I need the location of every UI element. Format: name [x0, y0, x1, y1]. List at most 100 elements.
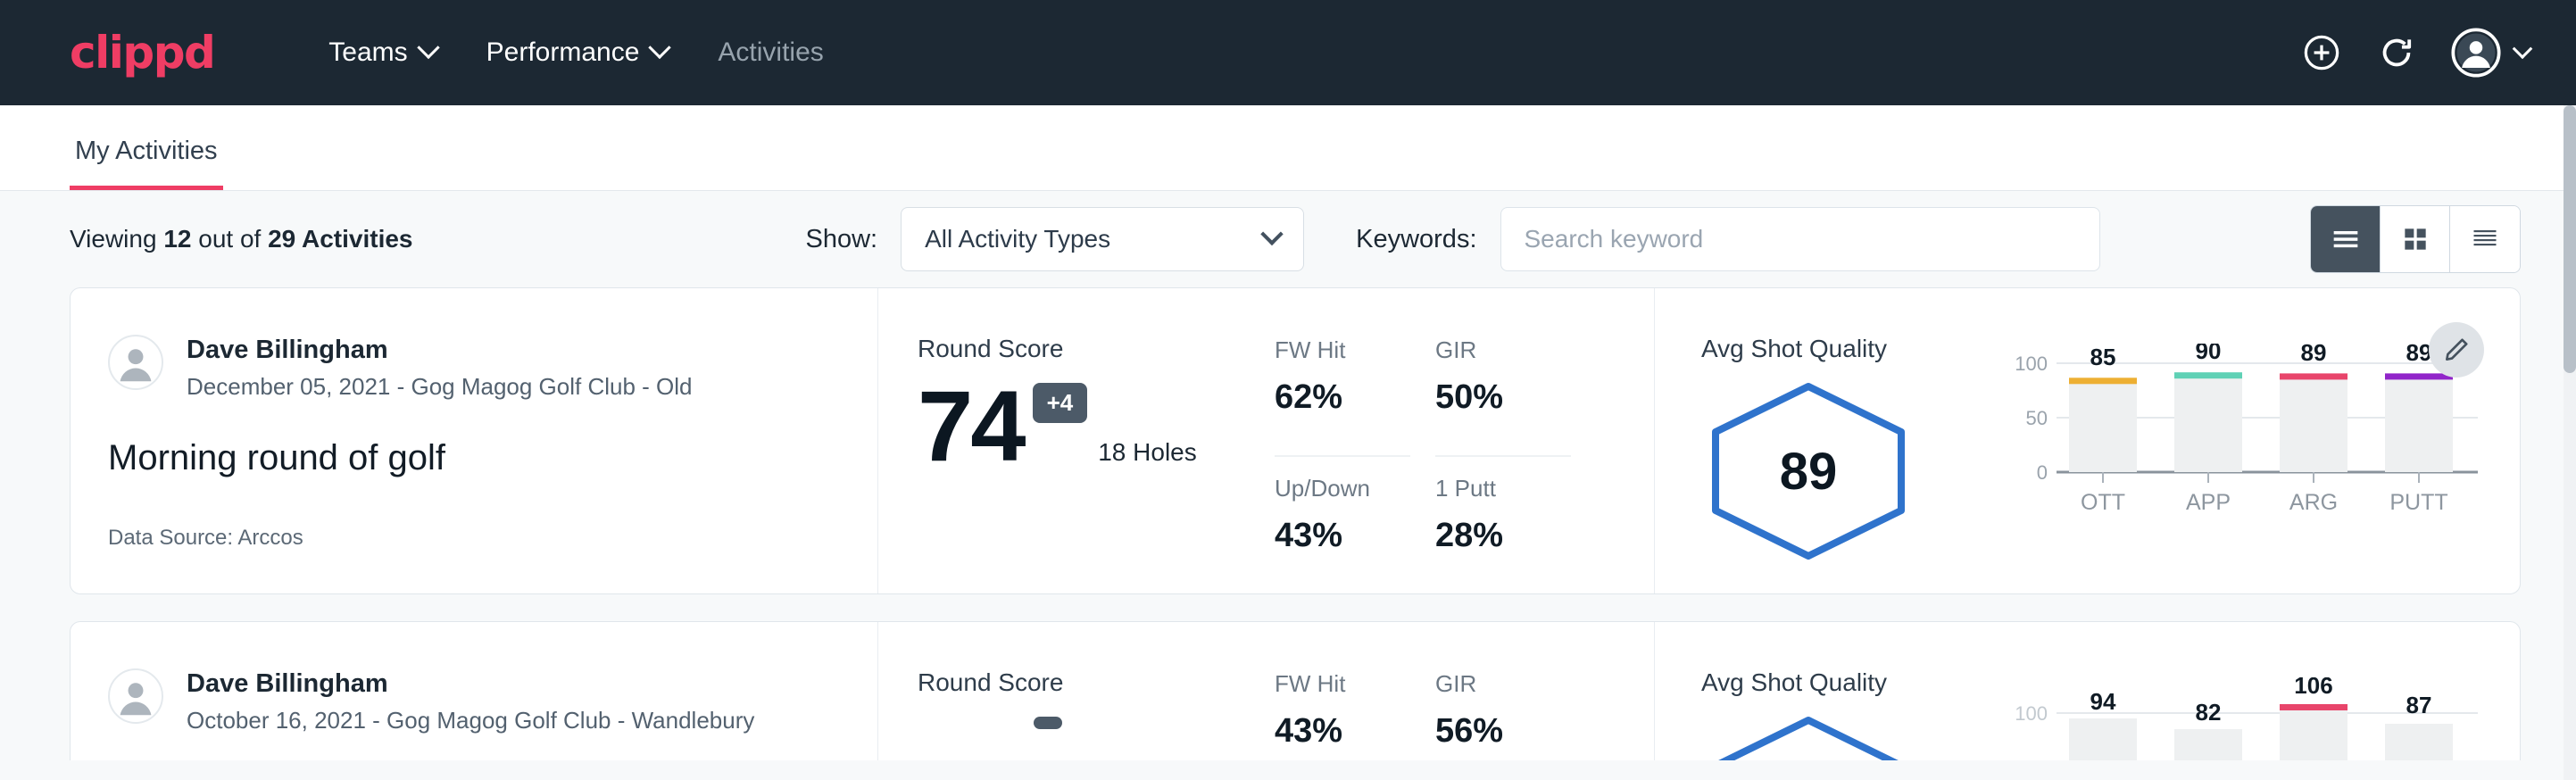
add-icon[interactable] [2301, 32, 2342, 73]
tab-my-activities[interactable]: My Activities [70, 137, 223, 190]
tab-strip: My Activities [0, 105, 2576, 191]
activity-card[interactable]: Dave Billingham October 16, 2021 - Gog M… [70, 621, 2521, 760]
stat-up-down-value: 43% [1275, 517, 1410, 555]
avg-shot-quality-hexagon [1701, 713, 1915, 760]
viewing-count-text: Viewing 12 out of 29 Activities [70, 225, 413, 253]
grid-view-button[interactable] [2381, 206, 2450, 272]
activity-stats-grid: FW Hit 43% GIR 56% [1275, 670, 1571, 760]
user-icon [110, 668, 162, 724]
compact-list-icon [2467, 221, 2503, 257]
avg-shot-quality-label: Avg Shot Quality [1701, 335, 1996, 363]
grid-icon [2397, 221, 2433, 257]
round-score-label: Round Score [918, 668, 1275, 697]
activity-type-select-value: All Activity Types [925, 225, 1110, 253]
viewing-count: 12 [163, 225, 191, 253]
activity-user-name: Dave Billingham [187, 668, 754, 700]
activity-quality-column: Avg Shot Quality 89 100 50 0 [1655, 288, 2520, 593]
activity-type-select[interactable]: All Activity Types [901, 207, 1304, 271]
refresh-icon[interactable] [2376, 32, 2417, 73]
stat-fw-hit-label: FW Hit [1275, 336, 1410, 364]
stat-fw-hit-value: 62% [1275, 378, 1410, 417]
top-navigation-bar: clippd Teams Performance Activities [0, 0, 2576, 105]
avatar [108, 335, 163, 390]
tab-my-activities-label: My Activities [75, 137, 218, 165]
stat-fw-hit-value: 43% [1275, 712, 1410, 751]
avatar [108, 668, 163, 724]
activity-score-column: Round Score FW Hit 43% GIR 56% [878, 622, 1655, 760]
stat-gir-value: 56% [1435, 712, 1571, 751]
activity-title: Morning round of golf [108, 438, 877, 478]
stat-fw-hit-label: FW Hit [1275, 670, 1410, 698]
chevron-down-icon [2513, 38, 2533, 59]
view-mode-toggle-group [2310, 205, 2521, 273]
activity-user: Dave Billingham October 16, 2021 - Gog M… [108, 668, 877, 734]
viewing-mid: out of [191, 225, 268, 253]
nav-actions [2301, 28, 2530, 78]
round-score-label: Round Score [918, 335, 1275, 363]
nav-item-performance-label: Performance [486, 37, 640, 68]
show-label: Show: [806, 225, 878, 254]
avatar[interactable] [2451, 28, 2530, 78]
activity-card[interactable]: Dave Billingham December 05, 2021 - Gog … [70, 287, 2521, 594]
activity-user: Dave Billingham December 05, 2021 - Gog … [108, 335, 877, 401]
activity-info-column: Dave Billingham October 16, 2021 - Gog M… [71, 622, 878, 760]
nav-item-teams-label: Teams [328, 37, 407, 68]
activity-meta: October 16, 2021 - Gog Magog Golf Club -… [187, 707, 754, 734]
svg-text:APP: APP [2186, 490, 2231, 515]
svg-text:82: 82 [2196, 699, 2222, 726]
viewing-total: 29 Activities [268, 225, 412, 253]
stat-gir: GIR 50% [1435, 336, 1571, 457]
stat-gir-label: GIR [1435, 336, 1571, 364]
stat-up-down-label: Up/Down [1275, 475, 1410, 502]
avg-shot-quality-hexagon: 89 [1701, 379, 1915, 563]
score-to-par-badge [1034, 717, 1062, 729]
nav-item-teams[interactable]: Teams [303, 37, 461, 68]
nav-item-performance[interactable]: Performance [461, 37, 694, 68]
shot-quality-bar-chart: 100 94 82 106 87 [1996, 668, 2520, 760]
page-scrollbar-thumb[interactable] [2564, 105, 2576, 373]
score-to-par-badge: +4 [1033, 383, 1088, 423]
edit-activity-button[interactable] [2429, 322, 2484, 378]
list-icon [2328, 221, 2364, 257]
nav-item-activities-label: Activities [718, 37, 823, 68]
holes-label: 18 Holes [1098, 438, 1197, 467]
stat-one-putt-value: 28% [1435, 517, 1571, 555]
hexagon-icon [1701, 713, 1915, 760]
shot-quality-chart-svg: 100 94 82 106 87 [1996, 677, 2496, 760]
stat-one-putt: 1 Putt 28% [1435, 475, 1571, 593]
avg-shot-quality-value: 89 [1701, 379, 1915, 563]
svg-text:ARG: ARG [2289, 490, 2338, 515]
clippd-logo[interactable]: clippd [70, 27, 214, 79]
stat-gir: GIR 56% [1435, 670, 1571, 760]
stat-gir-label: GIR [1435, 670, 1571, 698]
svg-text:50: 50 [2026, 407, 2048, 429]
svg-text:106: 106 [2294, 677, 2332, 699]
svg-text:0: 0 [2037, 461, 2048, 484]
svg-text:87: 87 [2406, 692, 2432, 718]
chevron-down-icon [417, 37, 439, 59]
user-circle-icon [2451, 28, 2501, 78]
viewing-prefix: Viewing [70, 225, 163, 253]
activity-meta: December 05, 2021 - Gog Magog Golf Club … [187, 373, 693, 401]
activity-quality-column: Avg Shot Quality 100 94 82 [1655, 622, 2520, 760]
compact-view-button[interactable] [2450, 206, 2520, 272]
activity-data-source: Data Source: Arccos [108, 526, 303, 551]
chevron-down-icon [649, 37, 671, 59]
svg-text:90: 90 [2196, 344, 2222, 364]
activity-score-column: Round Score 74 +4 18 Holes FW Hit 62% GI… [878, 288, 1655, 593]
activities-list: Dave Billingham December 05, 2021 - Gog … [0, 287, 2576, 760]
svg-text:PUTT: PUTT [2389, 490, 2447, 515]
svg-text:94: 94 [2090, 688, 2116, 715]
search-input[interactable] [1500, 207, 2100, 271]
nav-item-activities[interactable]: Activities [693, 37, 848, 68]
main-nav-links: Teams Performance Activities [303, 37, 848, 68]
stat-fw-hit: FW Hit 62% [1275, 336, 1410, 457]
list-view-button[interactable] [2311, 206, 2381, 272]
user-icon [110, 335, 162, 390]
keywords-label: Keywords: [1356, 225, 1476, 254]
page-scrollbar[interactable] [2564, 105, 2576, 780]
stat-gir-value: 50% [1435, 378, 1571, 417]
stat-up-down: Up/Down 43% [1275, 475, 1410, 593]
filter-bar: Viewing 12 out of 29 Activities Show: Al… [0, 191, 2576, 287]
svg-text:89: 89 [2301, 344, 2327, 366]
